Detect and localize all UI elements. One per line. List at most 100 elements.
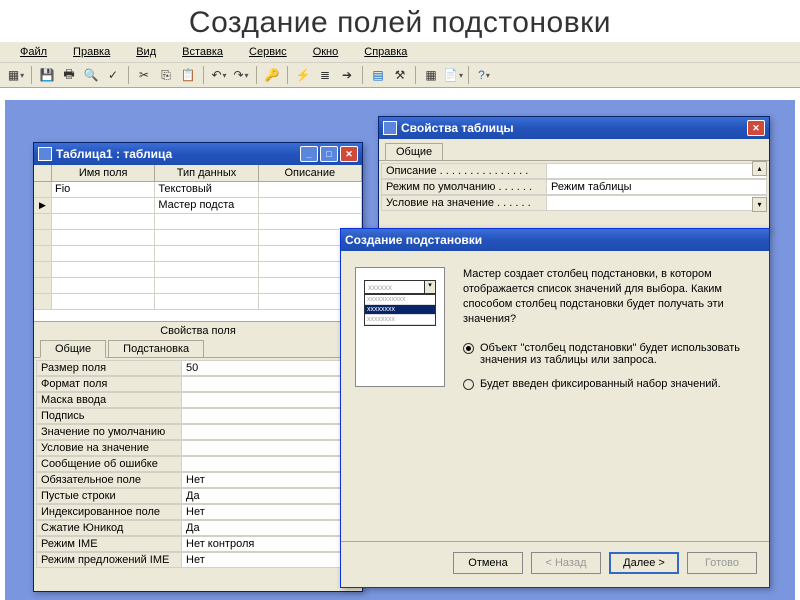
prop-value[interactable]: [181, 392, 360, 408]
window-title: Создание подстановки: [345, 233, 482, 247]
prop-label: Значение по умолчанию: [36, 424, 181, 440]
insert-rows-icon[interactable]: ➔: [337, 65, 357, 85]
prop-value[interactable]: [181, 424, 360, 440]
back-button[interactable]: < Назад: [531, 552, 601, 574]
view-mode-icon[interactable]: ▦: [6, 65, 26, 85]
prop-value[interactable]: Режим таблицы: [546, 179, 767, 195]
prop-label: Режим предложений IME: [36, 552, 181, 568]
prop-value[interactable]: Нет: [181, 472, 360, 488]
scroll-up-icon[interactable]: ▴: [752, 161, 767, 176]
option-fixed-list[interactable]: Будет введен фиксированный набор значени…: [463, 378, 755, 390]
prop-value[interactable]: [181, 376, 360, 392]
col-description[interactable]: Описание: [259, 165, 362, 181]
tab-lookup[interactable]: Подстановка: [108, 340, 204, 357]
print-icon[interactable]: 🖶: [59, 65, 79, 85]
undo-icon[interactable]: ↶: [209, 65, 229, 85]
properties-icon[interactable]: ▤: [368, 65, 388, 85]
list-item: xxxxxxxx: [365, 305, 435, 315]
prop-label: Формат поля: [36, 376, 181, 392]
cell-description[interactable]: [259, 182, 362, 198]
next-button[interactable]: Далее >: [609, 552, 679, 574]
radio-icon[interactable]: [463, 379, 474, 390]
titlebar[interactable]: Свойства таблицы ✕: [379, 117, 769, 139]
col-datatype[interactable]: Тип данных: [155, 165, 258, 181]
slide-title: Создание полей подстоновки: [0, 0, 800, 42]
close-icon[interactable]: ✕: [340, 146, 358, 162]
prop-value[interactable]: Нет: [181, 504, 360, 520]
properties-icon: [383, 121, 397, 135]
separator: [415, 66, 416, 84]
prop-row: Формат поля: [36, 376, 360, 392]
prop-row: Сообщение об ошибке: [36, 456, 360, 472]
prop-value[interactable]: [546, 163, 767, 179]
table-properties-window: Свойства таблицы ✕ Общие ▴ ▾ Описание . …: [378, 116, 770, 231]
cell-description[interactable]: [259, 198, 362, 214]
cell-fieldname[interactable]: Fio: [52, 182, 155, 198]
db-window-icon[interactable]: ▦: [421, 65, 441, 85]
build-icon[interactable]: ⚒: [390, 65, 410, 85]
prop-value[interactable]: 50: [181, 360, 360, 376]
row-selector[interactable]: [34, 182, 52, 198]
cancel-button[interactable]: Отмена: [453, 552, 523, 574]
menu-insert[interactable]: Вставка: [170, 44, 235, 60]
paste-icon[interactable]: 📋: [178, 65, 198, 85]
grid-body[interactable]: Fio Текстовый ▶ Мастер подста: [34, 182, 362, 322]
menu-help[interactable]: Справка: [352, 44, 419, 60]
wizard-body: ▾ xxxxxxxxxxx xxxxxxxx xxxxxxxx Мастер с…: [341, 251, 769, 541]
cut-icon[interactable]: ✂: [134, 65, 154, 85]
save-icon[interactable]: 💾: [37, 65, 57, 85]
prop-value[interactable]: [181, 408, 360, 424]
menu-service[interactable]: Сервис: [237, 44, 299, 60]
lightning-icon[interactable]: ⚡: [293, 65, 313, 85]
prop-label: Маска ввода: [36, 392, 181, 408]
prop-label: Размер поля: [36, 360, 181, 376]
cell-fieldname[interactable]: [52, 198, 155, 214]
option-label: Будет введен фиксированный набор значени…: [480, 378, 721, 390]
copy-icon[interactable]: ⎘: [156, 65, 176, 85]
tab-general[interactable]: Общие: [40, 340, 106, 358]
spellcheck-icon[interactable]: ✓: [103, 65, 123, 85]
menu-view[interactable]: Вид: [124, 44, 168, 60]
maximize-icon[interactable]: □: [320, 146, 338, 162]
prop-row: Маска ввода: [36, 392, 360, 408]
minimize-icon[interactable]: _: [300, 146, 318, 162]
titlebar[interactable]: Таблица1 : таблица _ □ ✕: [34, 143, 362, 165]
cell-datatype[interactable]: Текстовый: [155, 182, 258, 198]
prop-label: Сообщение об ошибке: [36, 456, 181, 472]
key-icon[interactable]: 🔑: [262, 65, 282, 85]
lookup-wizard-dialog: Создание подстановки ▾ xxxxxxxxxxx xxxxx…: [340, 228, 770, 588]
prop-value[interactable]: Да: [181, 520, 360, 536]
prop-row: Условие на значение: [36, 440, 360, 456]
prop-value[interactable]: Нет контроля: [181, 536, 360, 552]
menu-window[interactable]: Окно: [301, 44, 351, 60]
radio-icon[interactable]: [463, 343, 474, 354]
prop-value[interactable]: [546, 195, 767, 211]
indexes-icon[interactable]: ≣: [315, 65, 335, 85]
prop-value[interactable]: [181, 456, 360, 472]
menu-edit[interactable]: Правка: [61, 44, 122, 60]
close-icon[interactable]: ✕: [747, 120, 765, 136]
list-item: xxxxxxxxxxx: [365, 295, 435, 305]
titlebar[interactable]: Создание подстановки: [341, 229, 769, 251]
scroll-down-icon[interactable]: ▾: [752, 197, 767, 212]
finish-button[interactable]: Готово: [687, 552, 757, 574]
prop-row: Режим IMEНет контроля: [36, 536, 360, 552]
option-from-table[interactable]: Объект "столбец подстановки" будет испол…: [463, 342, 755, 366]
prop-value[interactable]: [181, 440, 360, 456]
preview-icon[interactable]: 🔍: [81, 65, 101, 85]
row-selector-current[interactable]: ▶: [34, 198, 52, 214]
table-row[interactable]: Fio Текстовый: [34, 182, 362, 198]
menu-file[interactable]: Файл: [8, 44, 59, 60]
wizard-illustration: ▾ xxxxxxxxxxx xxxxxxxx xxxxxxxx: [355, 267, 445, 387]
cell-datatype[interactable]: Мастер подста: [155, 198, 258, 214]
separator: [256, 66, 257, 84]
tab-general[interactable]: Общие: [385, 143, 443, 160]
redo-icon[interactable]: ↷: [231, 65, 251, 85]
help-icon[interactable]: ?: [474, 65, 494, 85]
prop-value[interactable]: Да: [181, 488, 360, 504]
chevron-down-icon: ▾: [424, 280, 436, 294]
table-row[interactable]: ▶ Мастер подста: [34, 198, 362, 214]
new-object-icon[interactable]: 📄: [443, 65, 463, 85]
prop-value[interactable]: Нет: [181, 552, 360, 568]
col-fieldname[interactable]: Имя поля: [52, 165, 155, 181]
